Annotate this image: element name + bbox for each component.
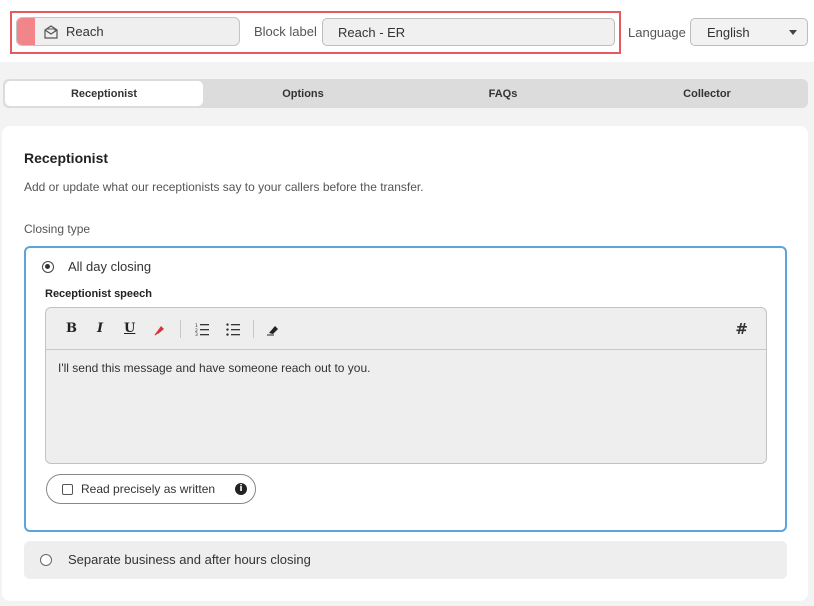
ordered-list-icon[interactable]: 1 2 3 — [194, 321, 210, 337]
editor-toolbar: B I U 1 2 3 # — [46, 308, 766, 350]
eraser-icon[interactable] — [265, 321, 281, 337]
language-value: English — [707, 24, 750, 40]
receptionist-panel: Receptionist Add or update what our rece… — [2, 126, 808, 601]
toolbar-divider — [253, 320, 254, 338]
closing-type-label: Closing type — [24, 222, 91, 236]
block-label-input[interactable] — [322, 18, 615, 46]
italic-button[interactable]: I — [97, 321, 103, 336]
receptionist-speech-label: Receptionist speech — [45, 288, 152, 300]
language-caption: Language — [628, 25, 686, 40]
panel-description: Add or update what our receptionists say… — [24, 180, 424, 194]
tab-bar: Receptionist Options FAQs Collector — [3, 79, 808, 108]
block-color-swatch — [17, 18, 35, 45]
chevron-down-icon — [789, 30, 797, 35]
block-name-text: Reach — [66, 24, 104, 39]
separate-closing-label: Separate business and after hours closin… — [68, 552, 311, 567]
insert-variable-button[interactable]: # — [735, 320, 748, 338]
language-select[interactable]: English — [690, 18, 808, 46]
all-day-closing-radio[interactable] — [42, 261, 54, 273]
tab-receptionist[interactable]: Receptionist — [5, 81, 203, 106]
block-label-caption: Block label — [254, 24, 317, 39]
separate-closing-option[interactable]: Separate business and after hours closin… — [24, 541, 787, 579]
highlighter-icon[interactable] — [152, 321, 168, 337]
tab-collector[interactable]: Collector — [608, 81, 806, 106]
envelope-icon — [44, 24, 58, 39]
all-day-closing-option[interactable]: All day closing Receptionist speech B I … — [24, 246, 787, 532]
svg-text:3: 3 — [195, 332, 198, 337]
read-precisely-toggle[interactable]: Read precisely as written i — [46, 474, 256, 504]
panel-title: Receptionist — [24, 150, 109, 166]
read-precisely-label: Read precisely as written — [81, 482, 216, 496]
tab-options[interactable]: Options — [213, 81, 393, 106]
block-name-field[interactable]: Reach — [16, 17, 240, 46]
speech-text[interactable]: I'll send this message and have someone … — [58, 361, 370, 375]
bullet-list-icon[interactable] — [225, 321, 241, 337]
tab-faqs[interactable]: FAQs — [408, 81, 598, 106]
info-icon[interactable]: i — [235, 483, 247, 495]
toolbar-divider — [180, 320, 181, 338]
read-precisely-checkbox[interactable] — [62, 484, 73, 495]
bold-button[interactable]: B — [66, 321, 77, 336]
separate-closing-radio[interactable] — [40, 554, 52, 566]
underline-button[interactable]: U — [124, 321, 135, 336]
all-day-closing-label: All day closing — [68, 259, 152, 274]
speech-editor[interactable]: B I U 1 2 3 # I'll send this message and… — [45, 307, 767, 464]
